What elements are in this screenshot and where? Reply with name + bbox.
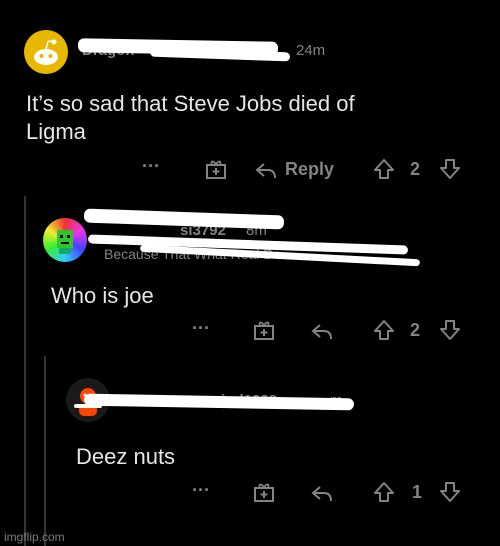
thread-line[interactable] [44,356,46,546]
more-options-icon[interactable]: ··· [192,480,210,501]
reply-icon[interactable] [310,482,334,504]
comment-body: It’s so sad that Steve Jobs died of Ligm… [26,91,355,144]
avatar[interactable] [43,218,87,262]
snoo-avatar-icon [34,39,58,65]
upvote-icon[interactable] [372,480,396,504]
downvote-icon[interactable] [438,318,462,342]
redaction-scribble [83,393,355,411]
upvote-icon[interactable] [372,157,396,181]
award-icon[interactable] [252,318,276,342]
comment-time: 24m [296,42,326,59]
downvote-icon[interactable] [438,480,462,504]
pixel-avatar-icon [57,230,73,254]
award-icon[interactable] [252,480,276,504]
more-options-icon[interactable]: ··· [142,156,160,177]
thread-line[interactable] [24,196,26,546]
upvote-icon[interactable] [372,318,396,342]
watermark: imgflip.com [4,530,65,544]
award-icon[interactable] [204,157,228,181]
more-options-icon[interactable]: ··· [192,318,210,339]
vote-count: 2 [410,320,421,340]
vote-count: 1 [412,482,423,502]
downvote-icon[interactable] [438,157,462,181]
comment-body: Who is joe [51,283,154,308]
vote-count: 2 [410,159,421,179]
comment-body: Deez nuts [76,444,176,469]
reply-icon[interactable] [254,159,278,181]
reply-button[interactable]: Reply [285,159,334,180]
reply-icon[interactable] [310,320,334,342]
avatar[interactable] [24,30,68,74]
